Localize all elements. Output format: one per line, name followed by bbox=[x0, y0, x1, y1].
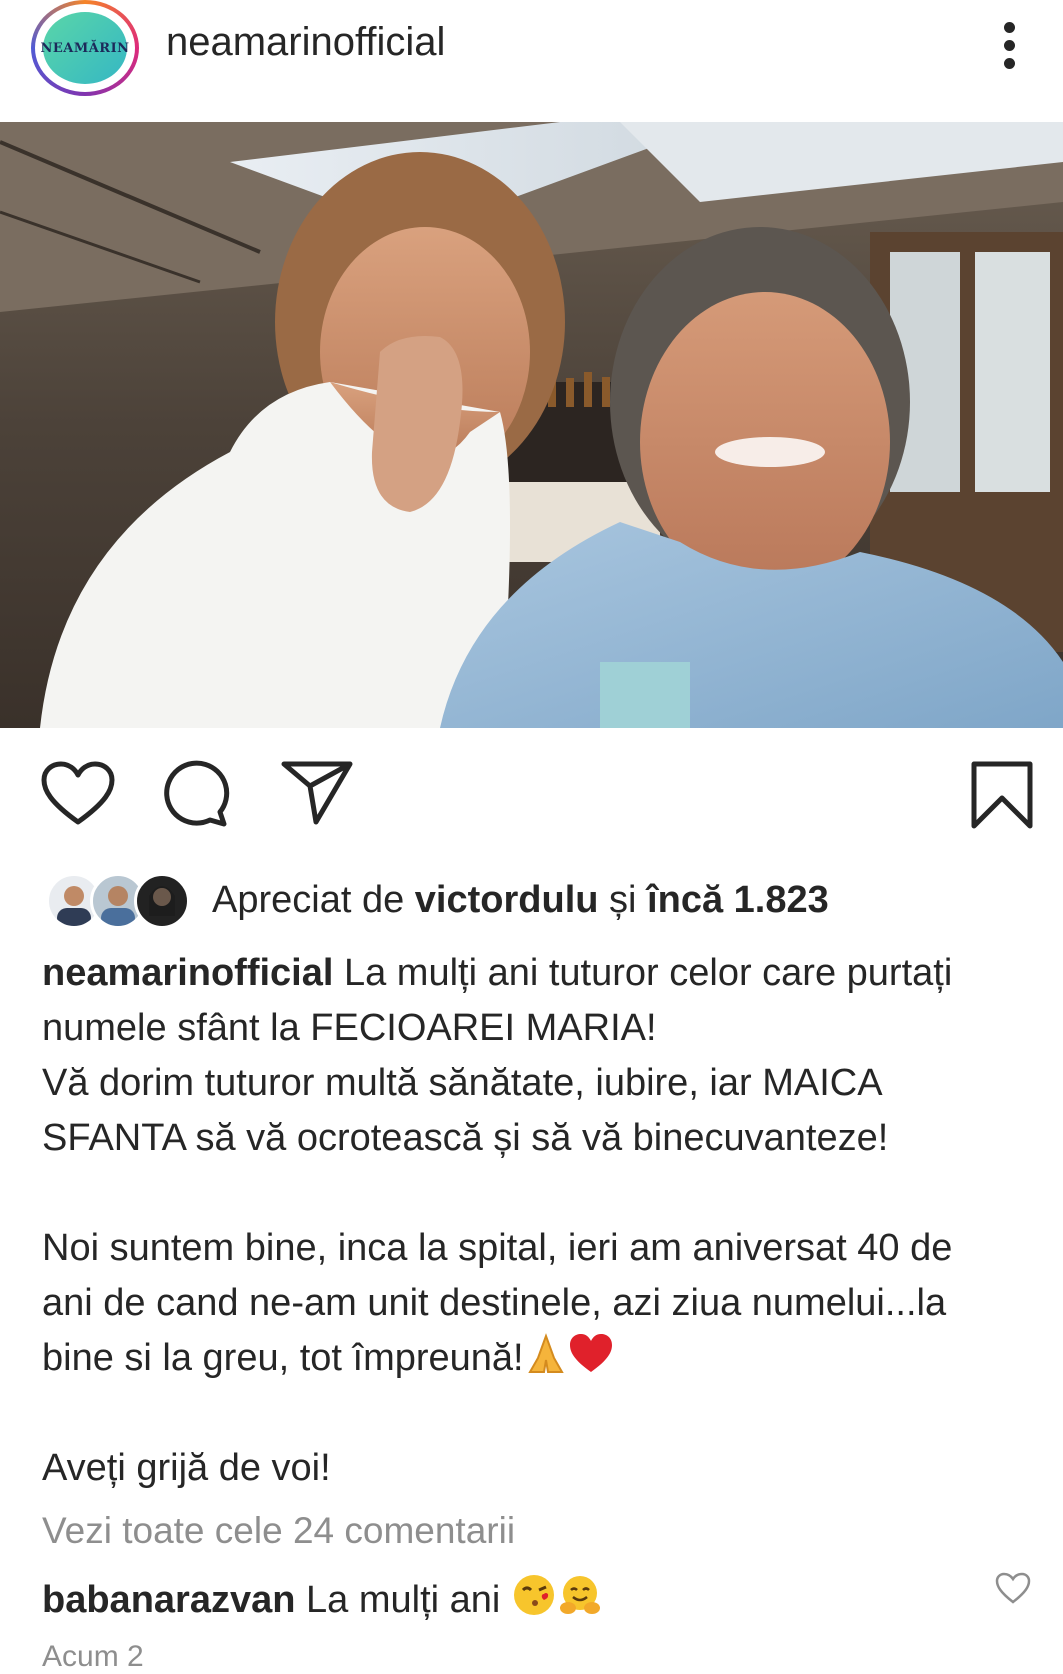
likes-row[interactable]: Apreciat de victordulu și încă 1.823 bbox=[46, 873, 1046, 929]
red-heart-emoji-icon bbox=[569, 1334, 612, 1372]
likes-prefix: Apreciat de bbox=[212, 879, 415, 921]
kissing-face-emoji-icon bbox=[513, 1575, 554, 1615]
caption-line: Noi suntem bine, inca la spital, ieri am… bbox=[42, 1227, 953, 1269]
bookmark-icon[interactable] bbox=[970, 760, 1034, 830]
hugging-face-emoji-icon bbox=[559, 1576, 600, 1614]
likes-middle: și bbox=[598, 879, 648, 921]
heart-icon[interactable] bbox=[40, 760, 116, 828]
post-caption: neamarinofficial La mulți ani tuturor ce… bbox=[42, 946, 1042, 1496]
post-header: NEAMĂRIN neamarinofficial bbox=[0, 0, 1063, 122]
post-timestamp: Acum 2 bbox=[42, 1640, 144, 1673]
caption-line: numele sfânt la FECIOAREI MARIA! bbox=[42, 1007, 657, 1049]
caption-line: SFANTA să vă ocrotească și să vă binecuv… bbox=[42, 1117, 889, 1159]
caption-line: ani de cand ne-am unit destinele, azi zi… bbox=[42, 1282, 947, 1324]
caption-username[interactable]: neamarinofficial bbox=[42, 952, 333, 994]
avatar-logo-text: NEAMĂRIN bbox=[40, 40, 130, 56]
profile-avatar[interactable]: NEAMĂRIN bbox=[31, 0, 139, 96]
post-actions bbox=[0, 760, 1063, 830]
post-photo[interactable] bbox=[0, 122, 1063, 728]
liker-avatar bbox=[134, 873, 190, 929]
post-username[interactable]: neamarinofficial bbox=[166, 20, 445, 65]
comment-icon[interactable] bbox=[162, 760, 232, 828]
more-vertical-icon[interactable] bbox=[990, 18, 1030, 74]
caption-line: bine si la greu, tot împreună! bbox=[42, 1337, 524, 1379]
caption-line: Vă dorim tuturor multă sănătate, iubire,… bbox=[42, 1062, 883, 1104]
caption-line: Aveți grijă de voi! bbox=[42, 1447, 331, 1489]
comment-item: babanarazvan La mulți ani bbox=[42, 1572, 603, 1622]
comment-like-heart-icon[interactable] bbox=[995, 1572, 1031, 1606]
comment-username[interactable]: babanarazvan bbox=[42, 1579, 295, 1621]
folded-hands-emoji-icon bbox=[527, 1333, 564, 1373]
likes-count[interactable]: încă 1.823 bbox=[647, 879, 829, 921]
caption-line: La mulți ani tuturor celor care purtați bbox=[333, 952, 953, 994]
likes-summary[interactable]: Apreciat de victordulu și încă 1.823 bbox=[212, 879, 829, 922]
comment-text: La mulți ani bbox=[295, 1579, 501, 1621]
liker-username[interactable]: victordulu bbox=[415, 879, 599, 921]
share-icon[interactable] bbox=[280, 760, 354, 828]
view-all-comments-link[interactable]: Vezi toate cele 24 comentarii bbox=[42, 1510, 515, 1552]
